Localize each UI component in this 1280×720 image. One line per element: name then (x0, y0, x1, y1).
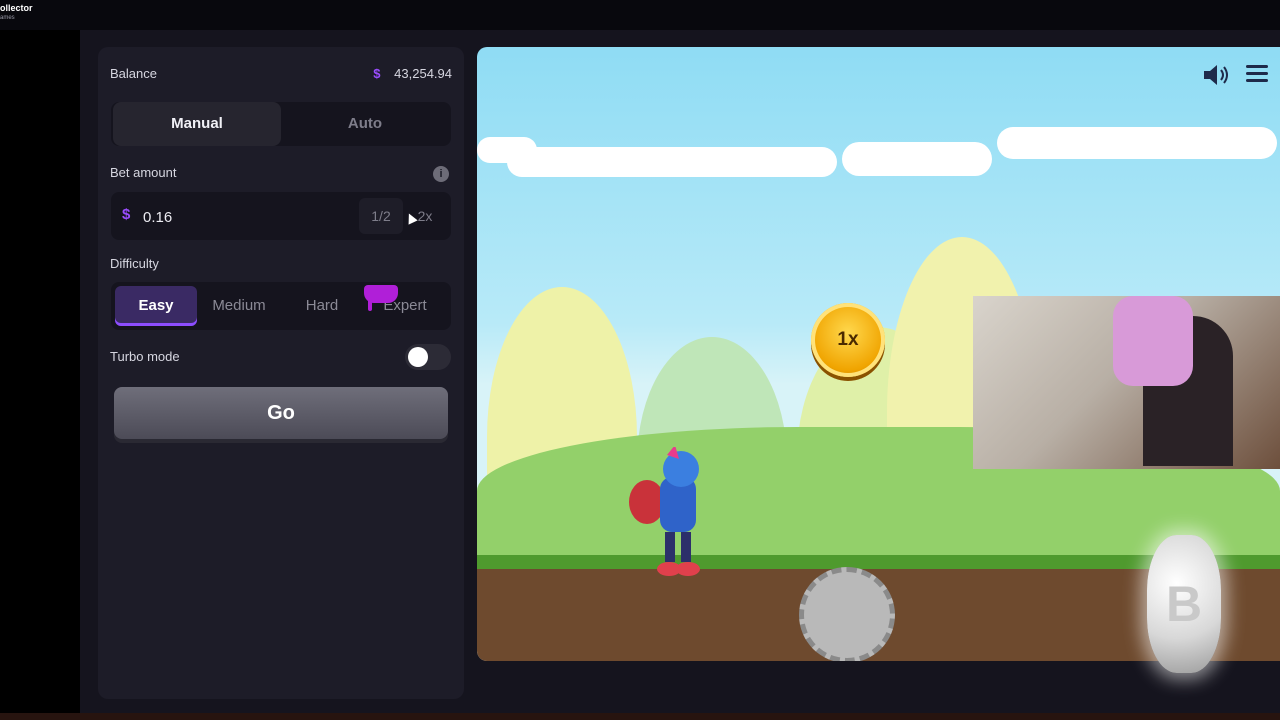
balance-currency: $ (373, 66, 381, 81)
balance-amount: 43,254.94 (394, 66, 452, 81)
difficulty-label: Difficulty (110, 256, 159, 271)
cloud (842, 142, 992, 176)
wolf-character (629, 447, 700, 576)
webcam-chair (1113, 296, 1193, 386)
bet-amount-label: Bet amount (110, 165, 177, 180)
slime-drip-decoration (364, 285, 398, 311)
tab-auto[interactable]: Auto (281, 102, 449, 146)
balance-display: $ 43,254.94 (373, 66, 452, 81)
top-bar: ollector ames (0, 0, 1280, 30)
mode-tabs: Manual Auto (111, 102, 451, 146)
turbo-mode-label: Turbo mode (110, 349, 180, 364)
bet-amount-field: $ 1/2 2x (111, 192, 451, 240)
info-icon[interactable]: i (433, 166, 449, 182)
difficulty-medium[interactable]: Medium (198, 286, 280, 326)
left-rail (0, 30, 80, 720)
difficulty-selector: Easy Medium Hard Expert (111, 282, 451, 330)
menu-icon[interactable] (1246, 65, 1268, 83)
difficulty-easy[interactable]: Easy (115, 286, 197, 326)
cloud (997, 127, 1277, 159)
menu-line (1246, 65, 1268, 68)
multiplier-coin[interactable]: 1x (811, 303, 885, 377)
brand-title: ollector (0, 3, 33, 13)
balance-label: Balance (110, 66, 157, 81)
go-button[interactable]: Go (114, 387, 448, 439)
brand-subtitle: ames (0, 15, 15, 21)
menu-line (1246, 79, 1268, 82)
cloud (507, 147, 837, 177)
speaker-icon[interactable] (1204, 65, 1230, 85)
bet-control-panel: Balance $ 43,254.94 Manual Auto Bet amou… (98, 47, 464, 699)
difficulty-hard[interactable]: Hard (281, 286, 363, 326)
saw-blade-trap (799, 567, 895, 661)
bottom-strip (0, 713, 1280, 720)
streamer-webcam-overlay (973, 296, 1280, 469)
toggle-knob (408, 347, 428, 367)
half-bet-button[interactable]: 1/2 (359, 198, 403, 234)
tab-manual[interactable]: Manual (113, 102, 281, 146)
bet-amount-input[interactable] (141, 204, 345, 230)
bitcoin-coin-icon: B (1147, 535, 1221, 673)
turbo-mode-toggle[interactable] (405, 344, 451, 370)
menu-line (1246, 72, 1268, 75)
bet-currency: $ (122, 206, 131, 223)
